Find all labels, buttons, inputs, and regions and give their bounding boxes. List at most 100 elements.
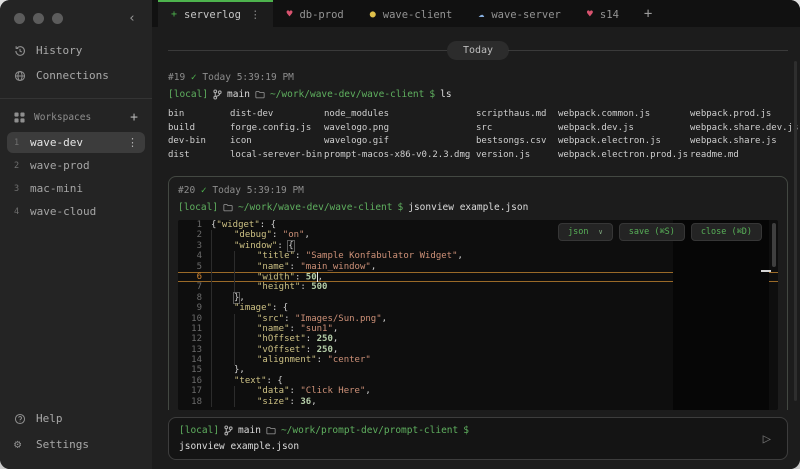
token: 50 — [306, 272, 317, 282]
token: "size" — [257, 397, 290, 407]
token: "name" — [257, 262, 290, 272]
folder-icon — [266, 426, 276, 435]
line-number: 11 — [178, 324, 211, 334]
close-button[interactable]: close (⌘D) — [691, 223, 762, 241]
sidebar-item-wave-dev[interactable]: 1wave-dev⋮ — [7, 132, 145, 153]
indent-guide — [211, 251, 234, 261]
tab-db-prod[interactable]: ♥db-prod — [273, 0, 356, 27]
mode-select[interactable]: json ∨ — [558, 223, 613, 241]
line-number: 6 — [178, 272, 211, 282]
tab-serverlog[interactable]: +serverlog⋮ — [158, 0, 273, 27]
git-branch-name: main — [227, 89, 250, 100]
token: : — [306, 345, 317, 355]
indent-guide — [234, 282, 257, 292]
prompt-char: $ — [463, 425, 469, 436]
token: "alignment" — [257, 355, 317, 365]
ls-entry: prompt-macos-x86-v0.2.3.dmg — [324, 149, 476, 163]
line-content: "alignment": "center" — [211, 355, 371, 365]
token: : — [267, 376, 278, 386]
cloud-icon: ☁ — [478, 10, 484, 20]
token: , — [458, 251, 463, 261]
token: , — [311, 397, 316, 407]
tab-s14[interactable]: ♥s14 — [574, 0, 632, 27]
tab-label: db-prod — [299, 9, 343, 21]
ls-entry: dev-bin — [168, 135, 230, 149]
workspaces-grid-icon — [14, 112, 25, 123]
tab-wave-client[interactable]: ●wave-client — [357, 0, 466, 27]
token: : — [317, 355, 328, 365]
indent-guide — [211, 303, 234, 313]
ls-output: bindist-devnode_modulesscripthaus.mdwebp… — [168, 108, 788, 162]
editor-scrollbar[interactable] — [772, 223, 776, 267]
token: "sun1" — [300, 324, 333, 334]
token: { — [288, 241, 293, 251]
heart-icon: ♥ — [587, 10, 593, 20]
indent-guide — [211, 293, 234, 303]
add-workspace-button[interactable]: + — [130, 110, 138, 125]
token: { — [277, 376, 282, 386]
minimap-cursor-marker — [761, 270, 771, 272]
ls-entry: webpack.common.js — [558, 108, 690, 122]
workspace-number: 3 — [14, 184, 22, 194]
tab-menu-icon[interactable]: ⋮ — [250, 9, 261, 21]
sidebar-item-history[interactable]: History — [0, 38, 152, 63]
sidebar-item-mac-mini[interactable]: 3mac-mini — [7, 178, 145, 199]
json-editor[interactable]: json ∨ save (⌘S) close (⌘D) 1{"widget": … — [178, 220, 778, 410]
token: , — [239, 293, 244, 303]
sidebar-item-wave-cloud[interactable]: 4wave-cloud — [7, 201, 145, 222]
line-content: "data": "Click Here", — [211, 386, 371, 396]
token: : — [290, 397, 301, 407]
line-content: }, — [211, 365, 245, 375]
token: "height" — [257, 282, 300, 292]
sidebar-item-wave-prod[interactable]: 2wave-prod — [7, 155, 145, 176]
line-number: 16 — [178, 376, 211, 386]
save-button[interactable]: save (⌘S) — [619, 223, 685, 241]
indent-guide — [211, 376, 234, 386]
sidebar-item-settings[interactable]: ⚙ Settings — [0, 431, 152, 457]
close-window-icon[interactable] — [14, 13, 25, 24]
command-input-box[interactable]: [local] main ~/work/prompt-dev/prompt-cl… — [168, 417, 788, 460]
token: 36 — [300, 397, 311, 407]
minimap[interactable] — [673, 220, 769, 410]
ls-entry: icon — [230, 135, 324, 149]
terminal-scrollbar[interactable] — [794, 61, 797, 401]
indent-guide — [234, 314, 257, 324]
workspace-label: wave-cloud — [30, 205, 96, 218]
ls-entry: src — [476, 122, 558, 136]
zoom-window-icon[interactable] — [52, 13, 63, 24]
command-block-19[interactable]: #19 ✓ Today 5:39:19 PM [local] main — [168, 72, 788, 162]
indent-guide — [234, 262, 257, 272]
tab-wave-server[interactable]: ☁wave-server — [465, 0, 574, 27]
line-number: 2 — [178, 230, 211, 240]
prompt-cwd: ~/work/prompt-dev/prompt-client — [281, 425, 458, 436]
block-number: #19 — [168, 72, 185, 83]
line-content: "height": 500 — [211, 282, 327, 292]
help-icon — [14, 413, 27, 425]
workspace-menu-icon[interactable]: ⋮ — [127, 136, 138, 149]
sidebar: ‹ History Connections — [0, 0, 152, 469]
add-tab-button[interactable]: + — [632, 0, 664, 27]
git-branch-icon — [224, 425, 233, 436]
indent-guide — [211, 386, 234, 396]
sidebar-item-help[interactable]: Help — [0, 406, 152, 431]
sidebar-item-connections[interactable]: Connections — [0, 63, 152, 88]
ls-entry: local-serever-bin — [230, 149, 324, 163]
collapse-sidebar-button[interactable]: ‹ — [122, 11, 142, 26]
minimize-window-icon[interactable] — [33, 13, 44, 24]
token: , — [371, 262, 376, 272]
command-block-20-selected[interactable]: #20 ✓ Today 5:39:19 PM [local] ~/work/wa… — [168, 176, 788, 410]
token: "data" — [257, 386, 290, 396]
send-command-icon[interactable]: ▷ — [757, 431, 777, 447]
ls-entry: webpack.electron.prod.js — [558, 149, 690, 163]
command-input[interactable]: jsonview example.json — [179, 441, 753, 452]
line-content: "title": "Sample Konfabulator Widget", — [211, 251, 463, 261]
token: "image" — [234, 303, 272, 313]
indent-guide — [211, 272, 234, 282]
line-content: "image": { — [211, 303, 288, 313]
token: "title" — [257, 251, 295, 261]
line-number: 1 — [178, 220, 211, 230]
history-icon — [14, 45, 27, 57]
token: : — [284, 314, 295, 324]
prompt-host: [local] — [168, 89, 208, 100]
token: "src" — [257, 314, 284, 324]
